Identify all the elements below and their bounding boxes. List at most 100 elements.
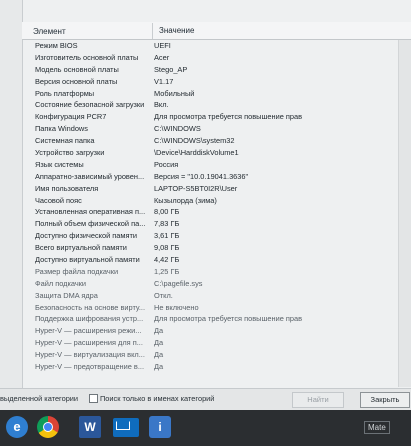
row-value: LAPTOP-S5BT0I2R\User bbox=[154, 183, 238, 193]
find-button[interactable]: Найти bbox=[292, 392, 344, 408]
table-row[interactable]: Файл подкачки C:\pagefile.sys bbox=[22, 278, 397, 290]
row-element-name: Поддержка шифрования устр... bbox=[35, 314, 144, 324]
table-row[interactable]: Установленная оперативная п... 8,00 ГБ bbox=[22, 206, 397, 218]
row-value: Россия bbox=[154, 159, 179, 169]
row-element-name: Полный объем физической па... bbox=[35, 219, 146, 229]
search-selected-category-label[interactable]: выделенной категории bbox=[0, 394, 78, 403]
table-row[interactable]: Системная папка C:\WINDOWS\system32 bbox=[22, 135, 397, 147]
row-element-name: Роль платформы bbox=[35, 88, 95, 98]
system-info-window: Элемент Значение Режим BIOS UEFI Изготовит… bbox=[0, 0, 411, 410]
table-row[interactable]: Часовой пояс Кызылорда (зима) bbox=[22, 195, 397, 207]
chrome-icon[interactable] bbox=[37, 416, 59, 438]
row-value: Откл. bbox=[154, 290, 173, 300]
row-value: 9,08 ГБ bbox=[154, 243, 180, 253]
row-element-name: Конфигурация PCR7 bbox=[35, 112, 107, 122]
row-value: 3,61 ГБ bbox=[154, 231, 180, 241]
row-value: UEFI bbox=[154, 41, 171, 50]
search-category-names-checkbox[interactable] bbox=[89, 394, 98, 403]
row-value: C:\WINDOWS bbox=[154, 124, 201, 134]
row-element-name: Размер файла подкачки bbox=[35, 266, 119, 276]
row-value: 8,00 ГБ bbox=[154, 207, 180, 217]
row-value: 1,25 ГБ bbox=[154, 266, 180, 276]
table-row[interactable]: Модель основной платы Stego_AP bbox=[22, 64, 397, 76]
mail-icon[interactable] bbox=[113, 418, 139, 437]
row-value: Да bbox=[154, 362, 164, 372]
table-row[interactable]: Версия основной платы V1.17 bbox=[22, 76, 397, 88]
row-value: Для просмотра требуется повышение прав bbox=[154, 314, 303, 324]
search-bar: выделенной категории Поиск только в имен… bbox=[0, 388, 411, 410]
row-value: Вкл. bbox=[154, 100, 169, 110]
word-icon[interactable]: W bbox=[79, 416, 101, 438]
table-row[interactable]: Размер файла подкачки 1,25 ГБ bbox=[22, 266, 397, 278]
row-element-name: Hyper-V — предотвращение в... bbox=[35, 362, 145, 372]
table-row[interactable]: Hyper-V — расширения для п... Да bbox=[22, 337, 397, 349]
table-row[interactable]: Конфигурация PCR7 Для просмотра требуется… bbox=[22, 111, 397, 123]
row-value: Да bbox=[154, 326, 164, 336]
row-element-name: Hyper-V — расширения режи... bbox=[35, 326, 142, 336]
table-row[interactable]: Hyper-V — предотвращение в... Да bbox=[22, 361, 397, 373]
row-element-name: Папка Windows bbox=[35, 124, 88, 134]
row-element-name: Безопасность на основе вирту... bbox=[35, 302, 146, 312]
internet-explorer-icon[interactable]: e bbox=[6, 416, 28, 438]
row-value: Acer bbox=[154, 52, 170, 62]
row-value: Stego_AP bbox=[154, 64, 188, 74]
row-value: Не включено bbox=[154, 302, 199, 312]
table-row[interactable]: Безопасность на основе вирту... Не включе… bbox=[22, 302, 397, 314]
table-row[interactable]: Папка Windows C:\WINDOWS bbox=[22, 123, 397, 135]
table-row[interactable]: Роль платформы Мобильный bbox=[22, 88, 397, 100]
taskbar-right-label[interactable]: Mate bbox=[364, 421, 390, 434]
table-row[interactable]: Имя пользователя LAPTOP-S5BT0I2R\User bbox=[22, 183, 397, 195]
details-table: Режим BIOS UEFI Изготовитель основной плат… bbox=[22, 40, 397, 387]
row-element-name: Режим BIOS bbox=[35, 41, 78, 50]
row-element-name: Hyper-V — виртуализация вкл... bbox=[35, 350, 145, 360]
row-value: C:\pagefile.sys bbox=[154, 278, 203, 288]
table-row[interactable]: Устройство загрузки \Device\HarddiskVolum… bbox=[22, 147, 397, 159]
row-element-name: Файл подкачки bbox=[35, 278, 87, 288]
table-row[interactable]: Язык системы Россия bbox=[22, 159, 397, 171]
row-value: Мобильный bbox=[154, 88, 195, 98]
row-element-name: Версия основной платы bbox=[35, 76, 118, 86]
table-row[interactable]: Режим BIOS UEFI bbox=[22, 40, 397, 52]
table-row[interactable]: Полный объем физической па... 7,83 ГБ bbox=[22, 218, 397, 230]
row-element-name: Защита DMA ядра bbox=[35, 290, 98, 300]
table-header: Элемент Значение bbox=[22, 22, 411, 40]
table-row[interactable]: Доступно физической памяти 3,61 ГБ bbox=[22, 230, 397, 242]
row-value: Для просмотра требуется повышение прав bbox=[154, 112, 303, 122]
row-element-name: Устройство загрузки bbox=[35, 148, 105, 158]
row-value: V1.17 bbox=[154, 76, 174, 86]
row-value: C:\WINDOWS\system32 bbox=[154, 136, 235, 146]
row-element-name: Язык системы bbox=[35, 159, 84, 169]
vertical-scrollbar[interactable] bbox=[398, 40, 411, 387]
row-element-name: Hyper-V — расширения для п... bbox=[35, 338, 143, 348]
row-value: Да bbox=[154, 350, 164, 360]
row-element-name: Доступно виртуальной памяти bbox=[35, 255, 140, 265]
column-header-value[interactable]: Значение bbox=[152, 23, 194, 39]
table-row[interactable]: Hyper-V — виртуализация вкл... Да bbox=[22, 349, 397, 361]
row-value: Версия = "10.0.19041.3636" bbox=[154, 171, 249, 181]
table-row[interactable]: Аппаратно-зависимый уровен... Версия = "1… bbox=[22, 171, 397, 183]
column-header-element[interactable]: Элемент bbox=[33, 27, 66, 36]
row-element-name: Изготовитель основной платы bbox=[35, 52, 139, 62]
table-row[interactable]: Доступно виртуальной памяти 4,42 ГБ bbox=[22, 254, 397, 266]
table-row[interactable]: Состояние безопасной загрузки Вкл. bbox=[22, 99, 397, 111]
table-row[interactable]: Поддержка шифрования устр... Для просмотр… bbox=[22, 313, 397, 325]
row-element-name: Всего виртуальной памяти bbox=[35, 243, 127, 253]
table-row[interactable]: Hyper-V — расширения режи... Да bbox=[22, 325, 397, 337]
row-element-name: Установленная оперативная п... bbox=[35, 207, 146, 217]
row-element-name: Доступно физической памяти bbox=[35, 231, 138, 241]
system-info-icon[interactable]: i bbox=[149, 416, 171, 438]
row-element-name: Модель основной платы bbox=[35, 64, 119, 74]
row-value: 4,42 ГБ bbox=[154, 255, 180, 265]
table-row[interactable]: Защита DMA ядра Откл. bbox=[22, 290, 397, 302]
table-row[interactable]: Всего виртуальной памяти 9,08 ГБ bbox=[22, 242, 397, 254]
row-element-name: Аппаратно-зависимый уровен... bbox=[35, 171, 145, 181]
row-value: \Device\HarddiskVolume1 bbox=[154, 148, 239, 158]
category-pane-edge[interactable] bbox=[0, 0, 23, 388]
row-element-name: Часовой пояс bbox=[35, 195, 82, 205]
close-button[interactable]: Закрыть bbox=[360, 392, 410, 408]
table-row[interactable]: Изготовитель основной платы Acer bbox=[22, 52, 397, 64]
search-category-names-label[interactable]: Поиск только в именах категорий bbox=[100, 394, 214, 403]
row-value: 7,83 ГБ bbox=[154, 219, 180, 229]
row-element-name: Состояние безопасной загрузки bbox=[35, 100, 145, 110]
row-element-name: Имя пользователя bbox=[35, 183, 99, 193]
